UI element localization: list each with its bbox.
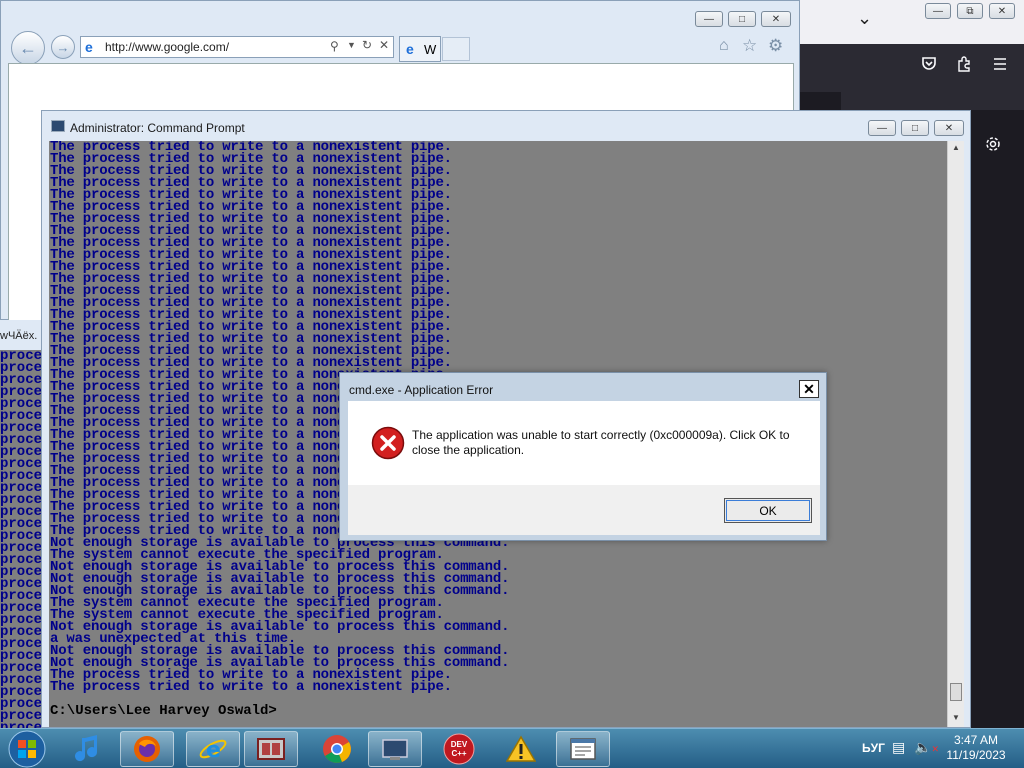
minimize-button[interactable]: — <box>925 3 951 19</box>
console-line: The process tried to write to a nonexist… <box>50 679 452 695</box>
ie-tab-icon: e <box>406 41 414 57</box>
scrollbar-thumb[interactable] <box>950 683 962 701</box>
address-bar[interactable]: e http://www.google.com/ ⚲ ▼ ↻ ✕ <box>80 36 394 58</box>
taskbar-app-icon[interactable] <box>244 731 298 767</box>
console-prompt[interactable]: C:\Users\Lee Harvey Oswald> <box>50 704 277 718</box>
dropdown-icon[interactable]: ▼ <box>347 40 356 50</box>
maximize-button[interactable]: □ <box>728 11 756 27</box>
restore-button[interactable]: ⧉ <box>957 3 983 19</box>
url-text: http://www.google.com/ <box>105 40 230 54</box>
tab-page[interactable]: e W <box>399 36 441 62</box>
background-console-window: wЧÄëx. processprocessprocessprocessproce… <box>0 320 44 728</box>
taskbar-devcpp-icon[interactable]: DEV C++ <box>432 731 486 767</box>
close-button[interactable]: ✕ <box>934 120 964 136</box>
taskbar-ie-icon[interactable]: e <box>186 731 240 767</box>
background-console-lines: processprocessprocessprocessprocessproce… <box>0 349 44 728</box>
dark-browser-toolbar <box>795 44 1024 124</box>
window-title: Administrator: Command Prompt <box>70 121 245 135</box>
background-console-title: wЧÄëx. <box>0 320 44 350</box>
dialog-title: cmd.exe - Application Error <box>349 383 494 397</box>
taskbar-window-icon[interactable] <box>556 731 610 767</box>
dialog-message: The application was unable to start corr… <box>412 428 790 457</box>
pocket-icon[interactable] <box>921 56 937 76</box>
home-icon[interactable]: ⌂ <box>719 37 729 55</box>
taskbar-console-icon[interactable] <box>368 731 422 767</box>
clock-time: 3:47 AM <box>953 733 999 747</box>
dialog-close-button[interactable]: ✕ <box>799 380 819 398</box>
taskbar-chrome-icon[interactable] <box>310 731 364 767</box>
vertical-scrollbar[interactable]: ▲ ▼ <box>947 141 964 727</box>
chevron-down-icon[interactable]: ⌄ <box>857 8 872 29</box>
dark-browser-titlebar: ⌄ — ⧉ ✕ <box>795 0 1024 44</box>
ie-page-icon: e <box>85 39 93 55</box>
application-error-dialog: cmd.exe - Application Error ✕ The applic… <box>339 372 827 541</box>
minimize-button[interactable]: — <box>868 120 896 136</box>
close-button[interactable]: ✕ <box>989 3 1015 19</box>
settings-icon[interactable] <box>985 136 1001 156</box>
search-icon[interactable]: ⚲ <box>330 39 339 53</box>
forward-button[interactable]: → <box>51 35 75 59</box>
cmd-window-icon <box>51 120 65 132</box>
tray-text: ЬУГ <box>862 741 885 755</box>
ok-button[interactable]: OK <box>724 498 812 523</box>
close-button[interactable]: ✕ <box>761 11 791 27</box>
extensions-icon[interactable] <box>956 56 972 76</box>
dialog-footer: OK <box>348 485 820 535</box>
dialog-body: The application was unable to start corr… <box>348 401 820 485</box>
taskbar-clock[interactable]: 3:47 AM 11/19/2023 <box>936 733 1016 763</box>
taskbar-warning-icon[interactable] <box>494 731 548 767</box>
devcpp-label: DEV C++ <box>450 740 468 758</box>
favorites-icon[interactable]: ☆ <box>742 36 757 56</box>
clock-date: 11/19/2023 <box>946 748 1006 762</box>
refresh-icon[interactable]: ↻ <box>362 38 372 52</box>
minimize-button[interactable]: — <box>695 11 723 27</box>
taskbar: e DEV C++ ЬУГ ▤ 🔈✕ 3:47 AM 11/19/2023 <box>0 728 1024 768</box>
new-tab-button[interactable] <box>442 37 470 61</box>
network-icon[interactable]: ▤ <box>892 739 905 756</box>
svg-text:e: e <box>206 738 221 763</box>
stop-icon[interactable]: ✕ <box>379 38 389 52</box>
taskbar-firefox-icon[interactable] <box>120 731 174 767</box>
tab-label: W <box>424 41 437 57</box>
back-button[interactable]: ← <box>11 31 45 65</box>
scroll-down-arrow[interactable]: ▼ <box>952 713 960 722</box>
taskbar-music-icon[interactable] <box>62 731 116 767</box>
scroll-up-arrow[interactable]: ▲ <box>952 143 960 152</box>
menu-icon[interactable] <box>992 56 1008 76</box>
tools-gear-icon[interactable]: ⚙ <box>768 36 783 56</box>
error-icon <box>371 426 405 463</box>
maximize-button[interactable]: □ <box>901 120 929 136</box>
start-button[interactable] <box>2 730 52 768</box>
